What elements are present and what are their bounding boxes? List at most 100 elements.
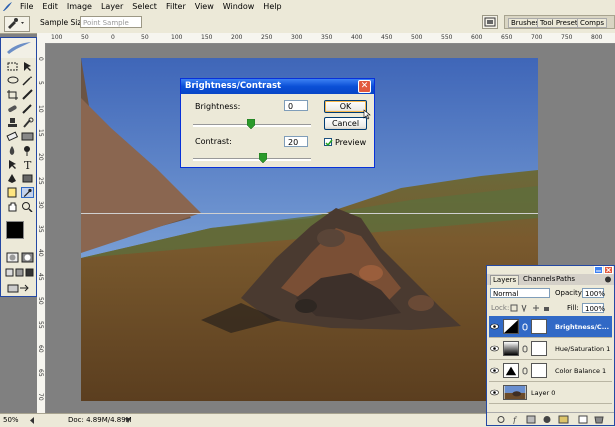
layer-action-icons[interactable]: f (495, 415, 607, 424)
quick-mask-mode-icon[interactable] (21, 252, 34, 263)
ruler-tick-label: 50 (37, 297, 44, 305)
ruler-tick-label: 0 (37, 57, 44, 61)
visibility-eye-icon[interactable] (490, 323, 499, 330)
link-icon[interactable] (522, 345, 528, 353)
zoom-tool-icon[interactable] (21, 201, 34, 212)
visibility-eye-icon[interactable] (490, 367, 499, 374)
menu-file[interactable]: File (16, 2, 38, 11)
crop-tool-icon[interactable] (6, 89, 19, 100)
tab-comps[interactable]: Comps (577, 18, 608, 28)
fill-input[interactable]: 100% (582, 303, 605, 313)
layer-row-hue-saturation[interactable]: Hue/Saturation 1 (489, 338, 612, 360)
blur-tool-icon[interactable] (6, 145, 19, 156)
visibility-eye-icon[interactable] (490, 345, 499, 352)
minimize-icon[interactable] (594, 266, 603, 274)
screen-mode-full-menu-icon[interactable] (15, 267, 24, 278)
blend-mode-select[interactable]: Normal (490, 288, 550, 298)
visibility-eye-icon[interactable] (490, 389, 499, 396)
ruler-tick-label: 0 (111, 34, 115, 41)
dialog-title: Brightness/Contrast (185, 81, 282, 91)
status-menu-arrow-icon[interactable] (124, 417, 132, 424)
screen-mode-full-icon[interactable] (25, 267, 34, 278)
cancel-button[interactable]: Cancel (324, 117, 367, 130)
ruler-tick-label: 100 (51, 34, 63, 41)
ruler-tick-label: 750 (561, 34, 573, 41)
gradient-tool-icon[interactable] (21, 131, 34, 142)
menu-select[interactable]: Select (128, 2, 162, 11)
eyedropper-icon (8, 18, 24, 29)
layer-row-layer-0[interactable]: Layer 0 (489, 382, 612, 404)
notes-tool-icon[interactable] (6, 187, 19, 198)
healing-brush-tool-icon[interactable] (6, 103, 19, 114)
link-icon[interactable] (522, 323, 528, 331)
contrast-slider-track[interactable] (193, 158, 311, 161)
file-browser-button[interactable] (482, 15, 498, 29)
eraser-tool-icon[interactable] (6, 131, 19, 142)
sample-size-select[interactable]: Point Sample (80, 16, 142, 28)
opacity-label: Opacity: (555, 289, 584, 297)
brightness-input[interactable]: 0 (284, 100, 308, 111)
tab-layers[interactable]: Layers (490, 275, 520, 285)
vertical-ruler[interactable]: 0 5 10 15 20 25 30 35 40 45 50 55 60 65 70 (37, 43, 46, 413)
scroll-left-icon[interactable] (28, 416, 36, 425)
palette-menu-icon[interactable] (604, 276, 612, 283)
dialog-titlebar[interactable]: Brightness/Contrast ✕ (181, 79, 374, 94)
layer-row-brightness-contrast[interactable]: Brightness/C... (489, 316, 612, 338)
history-brush-tool-icon[interactable] (21, 117, 34, 128)
lock-icons[interactable] (510, 304, 550, 312)
close-icon[interactable]: ✕ (358, 80, 371, 93)
tab-paths[interactable]: Paths (554, 275, 577, 284)
tab-channels[interactable]: Channels (521, 275, 557, 284)
marquee-tool-icon[interactable] (6, 61, 19, 72)
contrast-slider-thumb[interactable] (259, 153, 267, 163)
ruler-tick-label: 55 (37, 321, 44, 329)
hand-tool-icon[interactable] (6, 201, 19, 212)
menu-help[interactable]: Help (259, 2, 286, 11)
layer-mask-thumbnail[interactable] (531, 341, 547, 356)
fill-label: Fill: (567, 304, 579, 312)
menu-view[interactable]: View (191, 2, 219, 11)
layers-palette-footer: f (487, 412, 614, 425)
jump-to-imageready-icon[interactable] (6, 283, 32, 294)
type-tool-icon[interactable]: T (21, 159, 34, 170)
opacity-input[interactable]: 100% (582, 288, 605, 298)
slice-tool-icon[interactable] (21, 89, 34, 100)
preview-checkbox[interactable] (324, 138, 333, 147)
tool-preset-picker[interactable] (4, 16, 30, 32)
pen-tool-icon[interactable] (6, 173, 19, 184)
zoom-level[interactable]: 50% (3, 416, 19, 424)
menu-window[interactable]: Window (219, 2, 260, 11)
menu-filter[interactable]: Filter (162, 2, 191, 11)
screen-mode-standard-icon[interactable] (5, 267, 14, 278)
magic-wand-tool-icon[interactable] (21, 75, 34, 86)
ok-button[interactable]: OK (324, 100, 367, 113)
foreground-color-swatch[interactable] (6, 221, 24, 239)
layer-name: Hue/Saturation 1 (555, 345, 611, 353)
layer-mask-thumbnail[interactable] (531, 363, 547, 378)
layer-mask-thumbnail[interactable] (531, 319, 547, 334)
horizontal-ruler[interactable]: 100 50 0 50 100 150 200 250 300 350 400 450 500 550 60… (37, 33, 615, 44)
ruler-tick-label: 200 (231, 34, 243, 41)
standard-mode-icon[interactable] (6, 252, 19, 263)
brightness-slider-thumb[interactable] (247, 119, 255, 129)
palette-well: Brushes Tool Presets Comps (504, 15, 615, 29)
svg-text:T: T (24, 159, 32, 170)
toolbox-header[interactable] (1, 38, 36, 58)
brush-tool-icon[interactable] (21, 103, 34, 114)
menu-edit[interactable]: Edit (38, 2, 63, 11)
menu-layer[interactable]: Layer (97, 2, 128, 11)
path-selection-tool-icon[interactable] (6, 159, 19, 170)
move-tool-icon[interactable] (21, 61, 34, 72)
link-icon[interactable] (522, 367, 528, 375)
lasso-tool-icon[interactable] (6, 75, 19, 86)
clone-stamp-tool-icon[interactable] (6, 117, 19, 128)
layer-row-color-balance[interactable]: Color Balance 1 (489, 360, 612, 382)
ruler-tick-label: 15 (37, 129, 44, 137)
photoshop-feather-icon[interactable] (2, 1, 13, 12)
close-icon[interactable] (604, 266, 613, 274)
eyedropper-tool-icon[interactable] (21, 187, 34, 198)
dodge-tool-icon[interactable] (21, 145, 34, 156)
contrast-input[interactable]: 20 (284, 136, 308, 147)
menu-image[interactable]: Image (63, 2, 97, 11)
rectangle-tool-icon[interactable] (21, 173, 34, 184)
